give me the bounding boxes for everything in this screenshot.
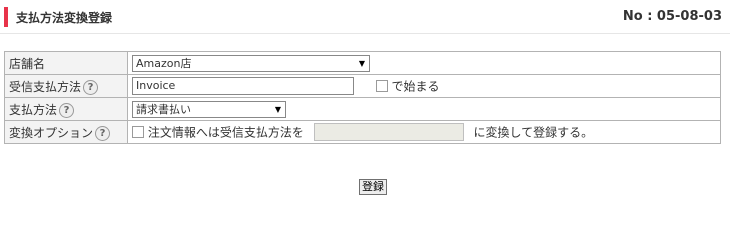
page-title: 支払方法変換登録 — [16, 11, 113, 25]
title-accent-bar — [4, 7, 8, 27]
starts-with-checkbox[interactable] — [375, 80, 388, 92]
payment-method-select-value: 請求書払い — [136, 102, 191, 116]
store-label: 店舗名 — [9, 56, 46, 71]
settings-form: 店舗名 Amazon店 ▼ 受信支払方法? Invoice で始まる 支払方法?… — [4, 51, 721, 144]
row-store: 店舗名 Amazon店 ▼ — [4, 51, 721, 75]
payment-method-label: 支払方法 — [9, 102, 58, 117]
store-select-value: Amazon店 — [136, 56, 192, 70]
submit-button[interactable]: 登録 — [359, 179, 387, 195]
conversion-text-before: 注文情報へは受信支払方法を — [147, 125, 304, 140]
help-icon[interactable]: ? — [59, 102, 75, 118]
row-conversion-option: 変換オプション? 注文情報へは受信支払方法を に変換して登録する。 — [4, 120, 721, 144]
conversion-option-label-cell: 変換オプション? — [4, 120, 128, 144]
store-select[interactable]: Amazon店 ▼ — [132, 54, 370, 72]
incoming-method-input[interactable]: Invoice — [132, 77, 354, 95]
conversion-target-input[interactable] — [313, 123, 464, 141]
help-icon[interactable]: ? — [95, 125, 111, 141]
starts-with-label: で始まる — [391, 79, 440, 94]
page-number: No : 05-08-03 — [622, 9, 722, 24]
store-value-cell: Amazon店 ▼ — [127, 51, 721, 75]
incoming-method-label: 受信支払方法 — [9, 79, 82, 94]
conversion-option-value-cell: 注文情報へは受信支払方法を に変換して登録する。 — [127, 120, 721, 144]
conversion-option-label: 変換オプション — [9, 125, 94, 140]
conversion-text-after: に変換して登録する。 — [473, 125, 594, 140]
help-icon[interactable]: ? — [83, 79, 99, 95]
incoming-method-label-cell: 受信支払方法? — [4, 74, 128, 98]
store-label-cell: 店舗名 — [4, 51, 128, 75]
page-header: 支払方法変換登録 No : 05-08-03 — [0, 0, 730, 34]
row-payment-method: 支払方法? 請求書払い ▼ — [4, 97, 721, 121]
payment-method-select[interactable]: 請求書払い ▼ — [132, 100, 286, 118]
payment-method-value-cell: 請求書払い ▼ — [127, 97, 721, 121]
row-incoming-method: 受信支払方法? Invoice で始まる — [4, 74, 721, 98]
chevron-down-icon: ▼ — [274, 104, 281, 114]
conversion-checkbox[interactable] — [132, 126, 144, 138]
chevron-down-icon: ▼ — [358, 58, 365, 68]
incoming-method-value-cell: Invoice で始まる — [127, 74, 721, 98]
payment-method-label-cell: 支払方法? — [4, 97, 128, 121]
